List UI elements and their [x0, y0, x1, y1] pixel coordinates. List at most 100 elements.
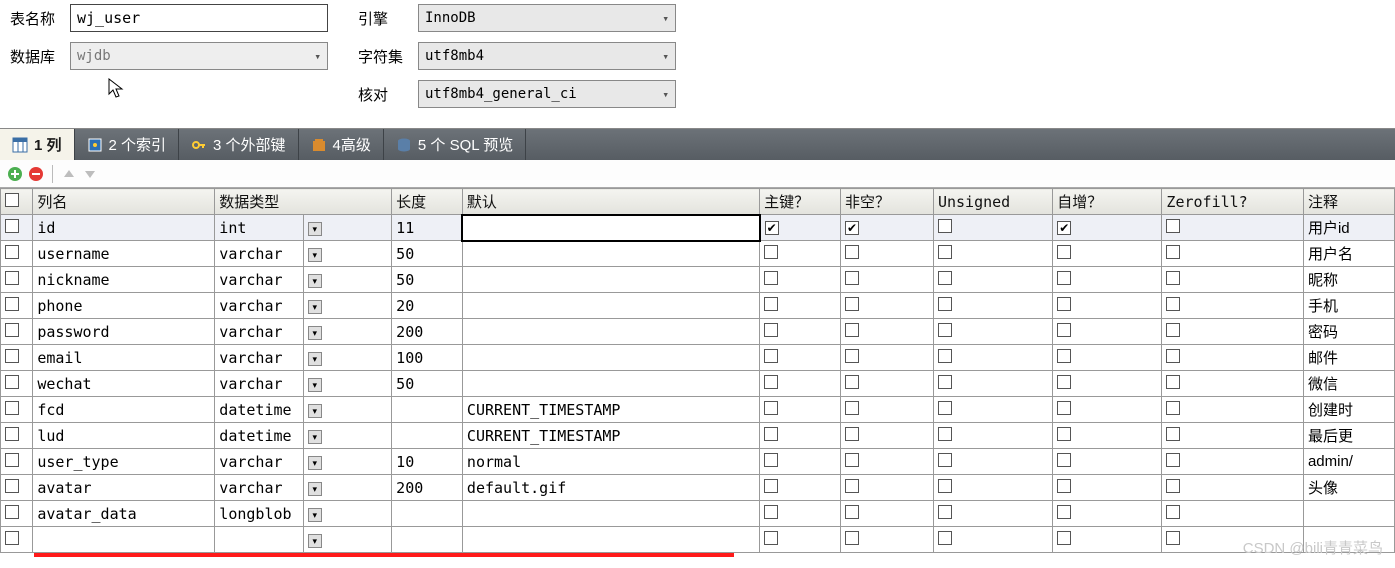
checkbox[interactable] — [845, 323, 859, 337]
checkbox[interactable] — [938, 453, 952, 467]
checkbox[interactable] — [764, 297, 778, 311]
checkbox[interactable] — [845, 245, 859, 259]
header-default[interactable]: 默认 — [462, 189, 759, 215]
type-dropdown-button[interactable]: ▾ — [308, 274, 322, 288]
tab-foreignkeys[interactable]: 3 个外部键 — [179, 129, 299, 160]
checkbox[interactable] — [938, 401, 952, 415]
cell-type[interactable]: varchar — [215, 293, 303, 319]
checkbox[interactable] — [1057, 349, 1071, 363]
type-dropdown-button[interactable]: ▾ — [308, 222, 322, 236]
checkbox[interactable] — [5, 375, 19, 389]
checkbox[interactable] — [1057, 505, 1071, 519]
checkbox[interactable] — [5, 531, 19, 545]
cell-type[interactable]: varchar — [215, 449, 303, 475]
checkbox[interactable] — [845, 375, 859, 389]
header-comment[interactable]: 注释 — [1303, 189, 1394, 215]
cell-comment[interactable]: 头像 — [1303, 475, 1394, 501]
cell-default[interactable] — [462, 371, 759, 397]
type-dropdown-button[interactable]: ▾ — [308, 352, 322, 366]
engine-combo[interactable]: InnoDB ▾ — [418, 4, 676, 32]
checkbox[interactable] — [764, 505, 778, 519]
checkbox[interactable] — [764, 479, 778, 493]
checkbox[interactable] — [845, 531, 859, 545]
checkbox[interactable] — [845, 221, 859, 235]
tab-sqlpreview[interactable]: 5 个 SQL 预览 — [384, 129, 526, 160]
cell-default[interactable] — [462, 267, 759, 293]
checkbox[interactable] — [938, 219, 952, 233]
cell-comment[interactable]: 用户id — [1303, 215, 1394, 241]
cell-comment[interactable]: 微信 — [1303, 371, 1394, 397]
cell-type[interactable]: datetime — [215, 397, 303, 423]
checkbox[interactable] — [764, 375, 778, 389]
cell-name[interactable]: email — [33, 345, 215, 371]
checkbox[interactable] — [938, 323, 952, 337]
checkbox[interactable] — [1057, 271, 1071, 285]
cell-name[interactable]: nickname — [33, 267, 215, 293]
cell-name[interactable]: phone — [33, 293, 215, 319]
type-dropdown-button[interactable]: ▾ — [308, 248, 322, 262]
type-dropdown-button[interactable]: ▾ — [308, 456, 322, 470]
checkbox[interactable] — [1057, 323, 1071, 337]
cell-default[interactable] — [462, 345, 759, 371]
cell-type[interactable]: int — [215, 215, 303, 241]
cell-length[interactable]: 10 — [392, 449, 463, 475]
checkbox[interactable] — [1057, 453, 1071, 467]
table-row[interactable]: usernamevarchar▾50用户名 — [1, 241, 1395, 267]
cell-name[interactable]: id — [33, 215, 215, 241]
checkbox[interactable] — [1057, 479, 1071, 493]
header-type[interactable]: 数据类型 — [215, 189, 392, 215]
table-row[interactable]: avatarvarchar▾200default.gif头像 — [1, 475, 1395, 501]
checkbox[interactable] — [845, 479, 859, 493]
checkbox[interactable] — [845, 271, 859, 285]
cell-default[interactable] — [462, 293, 759, 319]
checkbox[interactable] — [5, 271, 19, 285]
checkbox[interactable] — [1166, 349, 1180, 363]
cell-name[interactable]: wechat — [33, 371, 215, 397]
cell-name[interactable]: avatar — [33, 475, 215, 501]
cell-type[interactable]: varchar — [215, 345, 303, 371]
checkbox[interactable] — [845, 427, 859, 441]
header-name[interactable]: 列名 — [33, 189, 215, 215]
tab-indexes[interactable]: 2 个索引 — [75, 129, 180, 160]
cell-length[interactable]: 20 — [392, 293, 463, 319]
type-dropdown-button[interactable]: ▾ — [308, 482, 322, 496]
type-dropdown-button[interactable]: ▾ — [308, 534, 322, 548]
cell-type[interactable]: varchar — [215, 241, 303, 267]
checkbox[interactable] — [1057, 245, 1071, 259]
cell-length[interactable]: 50 — [392, 267, 463, 293]
checkbox[interactable] — [1166, 323, 1180, 337]
cell-length[interactable] — [392, 501, 463, 527]
checkbox[interactable] — [764, 271, 778, 285]
checkbox[interactable] — [938, 479, 952, 493]
type-dropdown-button[interactable]: ▾ — [308, 430, 322, 444]
cell-type[interactable]: varchar — [215, 267, 303, 293]
checkbox[interactable] — [764, 323, 778, 337]
cell-name[interactable]: password — [33, 319, 215, 345]
table-row[interactable]: passwordvarchar▾200密码 — [1, 319, 1395, 345]
cell-length[interactable]: 200 — [392, 319, 463, 345]
cell-length[interactable]: 50 — [392, 241, 463, 267]
checkbox[interactable] — [938, 427, 952, 441]
checkbox[interactable] — [845, 297, 859, 311]
checkbox[interactable] — [1166, 531, 1180, 545]
table-row[interactable]: luddatetime▾CURRENT_TIMESTAMP最后更 — [1, 423, 1395, 449]
table-row[interactable]: emailvarchar▾100邮件 — [1, 345, 1395, 371]
checkbox[interactable] — [1057, 221, 1071, 235]
cell-comment[interactable]: 最后更 — [1303, 423, 1394, 449]
checkbox[interactable] — [5, 453, 19, 467]
tab-columns[interactable]: 1 列 — [0, 129, 75, 160]
checkbox[interactable] — [1166, 427, 1180, 441]
cell-length[interactable]: 100 — [392, 345, 463, 371]
checkbox[interactable] — [764, 531, 778, 545]
checkbox[interactable] — [5, 427, 19, 441]
checkbox[interactable] — [938, 245, 952, 259]
cell-comment[interactable]: admin/ — [1303, 449, 1394, 475]
checkbox[interactable] — [764, 453, 778, 467]
type-dropdown-button[interactable]: ▾ — [308, 508, 322, 522]
checkbox[interactable] — [5, 401, 19, 415]
tablename-input[interactable] — [70, 4, 328, 32]
checkbox[interactable] — [5, 245, 19, 259]
cell-default[interactable]: CURRENT_TIMESTAMP — [462, 397, 759, 423]
cell-comment[interactable]: 密码 — [1303, 319, 1394, 345]
cell-default[interactable]: CURRENT_TIMESTAMP — [462, 423, 759, 449]
